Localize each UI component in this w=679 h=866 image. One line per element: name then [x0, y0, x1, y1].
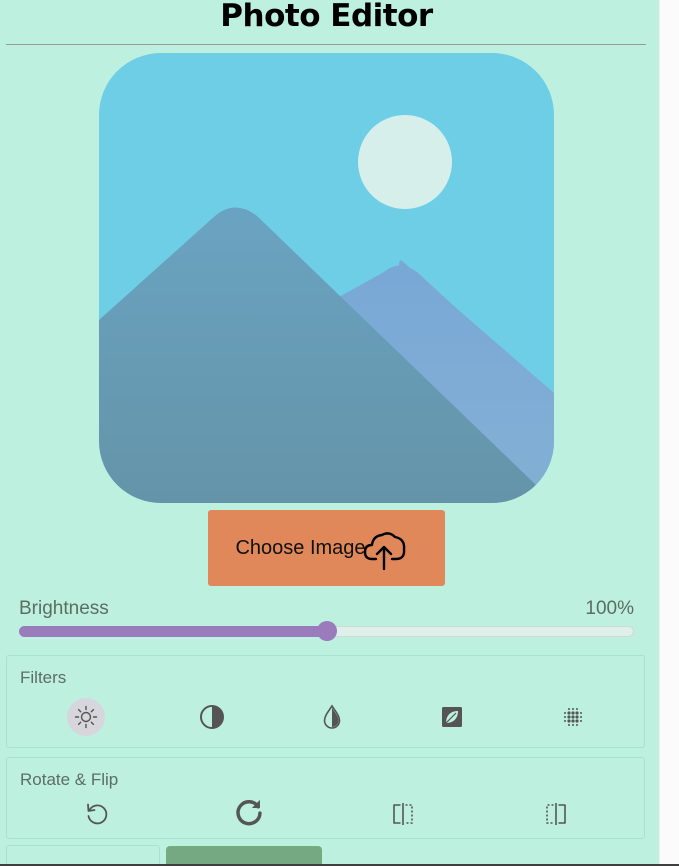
flip-horizontal-icon	[393, 803, 413, 825]
grain-dots-icon	[564, 708, 582, 726]
rotate-flip-title: Rotate & Flip	[20, 770, 119, 789]
brightness-label: Brightness	[19, 598, 109, 619]
filter-brightness-button[interactable]	[67, 698, 105, 736]
filter-contrast-button[interactable]	[193, 698, 231, 736]
saturation-drop-icon	[323, 704, 341, 729]
filter-invert-button[interactable]	[433, 698, 471, 736]
invert-icon	[442, 707, 462, 727]
title-divider	[6, 44, 646, 45]
scrollbar[interactable]	[659, 0, 679, 866]
save-image-button[interactable]	[166, 846, 322, 866]
reset-filters-button[interactable]	[6, 845, 160, 866]
filters-title: Filters	[20, 668, 67, 687]
choose-image-label: Choose Image	[235, 536, 366, 559]
flip-horizontal-button[interactable]	[384, 795, 422, 833]
rotate-left-icon	[87, 803, 108, 825]
brightness-value: 100%	[585, 598, 634, 619]
flip-vertical-button[interactable]	[537, 795, 575, 833]
filter-saturation-button[interactable]	[313, 698, 351, 736]
rotate-flip-panel: Rotate & Flip	[6, 757, 645, 839]
filters-panel: Filters	[6, 655, 645, 748]
filter-grain-button[interactable]	[554, 698, 592, 736]
brightness-slider[interactable]	[19, 621, 634, 641]
brightness-sun-icon	[74, 705, 98, 729]
rotate-left-button[interactable]	[78, 795, 116, 833]
contrast-icon	[200, 705, 224, 729]
choose-image-button[interactable]: Choose Image	[208, 510, 445, 586]
page-title: Photo Editor	[220, 0, 433, 34]
rotate-right-icon	[236, 799, 262, 826]
image-placeholder-icon	[99, 53, 554, 503]
slider-thumb[interactable]	[317, 621, 337, 641]
upload-cloud-icon	[363, 532, 405, 571]
image-preview	[99, 53, 554, 503]
rotate-right-button[interactable]	[230, 793, 268, 831]
photo-editor-app: Photo Editor Choose Image Brightness 100…	[0, 0, 659, 866]
slider-fill	[19, 626, 327, 637]
flip-vertical-icon	[546, 803, 566, 825]
